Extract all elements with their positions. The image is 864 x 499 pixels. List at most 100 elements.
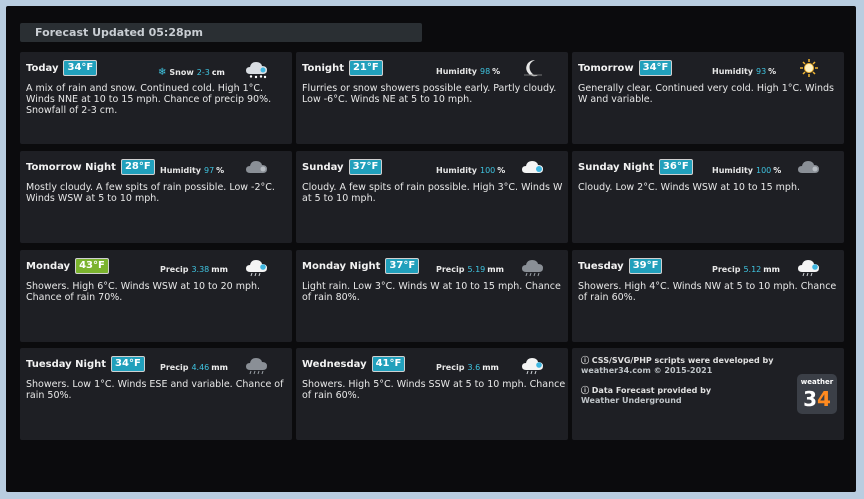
stat-value: 100 <box>755 166 772 175</box>
stat-humidity: Humidity 97% <box>160 166 224 175</box>
credits-data-line: ⓘ Data Forecast provided by <box>581 386 712 395</box>
forecast-card-today: Today 34°F ❄ Snow 2-3 cm A mix of rain and sno… <box>20 52 292 144</box>
stat-precip: Precip 5.19 mm <box>436 265 504 274</box>
period-label: Tuesday <box>578 260 624 272</box>
temp-badge: 37°F <box>385 258 420 274</box>
period-label: Tuesday Night <box>26 358 107 370</box>
forecast-description: Mostly cloudy. A few spits of rain possi… <box>26 182 275 204</box>
forecast-updated-bar: Forecast Updated 05:28pm <box>20 23 422 42</box>
temp-badge: 41°F <box>371 356 406 372</box>
stat-value: 4.46 <box>191 363 210 372</box>
card-title: Monday Night 37°F <box>302 258 420 274</box>
stat-label: Humidity <box>712 166 753 175</box>
cloud-dark-icon <box>244 156 270 178</box>
stat-snow: ❄ Snow 2-3 cm <box>158 67 225 78</box>
card-title: Today 34°F <box>26 60 98 76</box>
stat-label: Humidity <box>160 166 201 175</box>
stat-value: 100 <box>479 166 496 175</box>
stat-precip: Precip 4.46 mm <box>160 363 228 372</box>
snowflake-icon: ❄ <box>158 67 167 78</box>
period-label: Today <box>26 62 59 74</box>
temp-badge: 28°F <box>120 159 155 175</box>
stat-unit: mm <box>482 363 499 372</box>
forecast-description: Cloudy. Low 2°C. Winds WSW at 10 to 15 m… <box>578 182 800 193</box>
forecast-description: Showers. Low 1°C. Winds ESE and variable… <box>26 379 284 401</box>
card-title: Wednesday 41°F <box>302 356 406 372</box>
stat-label: Precip <box>160 265 189 274</box>
rain-cloud-icon <box>520 353 546 375</box>
stat-value: 5.12 <box>743 265 762 274</box>
cloud-dark-icon <box>796 156 822 178</box>
forecast-panel: Forecast Updated 05:28pm Today 34°F ❄ Snow 2… <box>6 6 856 492</box>
stat-humidity: Humidity 98% <box>436 67 500 76</box>
forecast-card-tomorrow: Tomorrow 34°F Humidity 93% Generally clear. … <box>572 52 844 144</box>
forecast-updated-text: Forecast Updated 05:28pm <box>35 26 203 39</box>
card-title: Monday 43°F <box>26 258 109 274</box>
stat-label: Humidity <box>436 166 477 175</box>
rain-cloud-icon <box>796 255 822 277</box>
stat-value: 97 <box>203 166 215 175</box>
forecast-card-wednesday: Wednesday 41°F Precip 3.6 mm Showers. High 5°… <box>296 348 568 440</box>
rain-cloud-dark-icon <box>520 255 546 277</box>
weather34-logo: weather 34 <box>797 374 837 414</box>
stat-humidity: Humidity 100% <box>712 166 781 175</box>
forecast-card-tuesday: Tuesday 39°F Precip 5.12 mm Showers. High 4°C… <box>572 250 844 342</box>
stat-unit: mm <box>211 265 228 274</box>
card-title: Tuesday 39°F <box>578 258 663 274</box>
stat-label: Humidity <box>712 67 753 76</box>
logo-word: weather <box>800 378 834 386</box>
temp-badge: 43°F <box>75 258 109 274</box>
temp-badge: 37°F <box>348 159 383 175</box>
forecast-description: Showers. High 6°C. Winds WSW at 10 to 20… <box>26 281 261 303</box>
moon-icon <box>520 57 546 79</box>
stat-unit: mm <box>211 363 228 372</box>
forecast-description: Showers. High 4°C. Winds NW at 5 to 10 m… <box>578 281 837 303</box>
temp-badge: 34°F <box>63 60 98 76</box>
card-title: Sunday 37°F <box>302 159 383 175</box>
snow-cloud-icon <box>244 57 270 79</box>
forecast-card-tomorrow-night: Tomorrow Night 28°F Humidity 97% Mostly clou… <box>20 151 292 243</box>
stat-unit: % <box>492 67 501 76</box>
forecast-description: Light rain. Low 3°C. Winds W at 10 to 15… <box>302 281 561 303</box>
temp-badge: 21°F <box>348 60 383 76</box>
forecast-description: Showers. High 5°C. Winds SSW at 5 to 10 … <box>302 379 566 401</box>
period-label: Tomorrow <box>578 62 634 74</box>
logo-number-3: 3 <box>803 387 817 411</box>
temp-badge: 39°F <box>628 258 663 274</box>
stat-value: 3.38 <box>191 265 210 274</box>
period-label: Wednesday <box>302 358 367 370</box>
card-title: Tomorrow 34°F <box>578 60 673 76</box>
sun-icon <box>796 57 822 79</box>
forecast-card-sunday-night: Sunday Night 36°F Humidity 100% Cloudy. Low … <box>572 151 844 243</box>
card-title: Tomorrow Night 28°F <box>26 159 155 175</box>
rain-cloud-icon <box>244 255 270 277</box>
stat-unit: % <box>497 166 506 175</box>
stat-label: Precip <box>712 265 741 274</box>
stat-label: Precip <box>160 363 189 372</box>
stat-label: Precip <box>436 265 465 274</box>
forecast-card-tonight: Tonight 21°F Humidity 98% Flurries or snow s… <box>296 52 568 144</box>
stat-value: 98 <box>479 67 491 76</box>
forecast-card-sunday: Sunday 37°F Humidity 100% Cloudy. A few spit… <box>296 151 568 243</box>
temp-badge: 34°F <box>638 60 673 76</box>
card-title: Tonight 21°F <box>302 60 383 76</box>
logo-number: 34 <box>797 387 837 411</box>
credits-scripts-link[interactable]: weather34.com © 2015-2021 <box>581 366 773 376</box>
stat-precip: Precip 5.12 mm <box>712 265 780 274</box>
card-title: Tuesday Night 34°F <box>26 356 145 372</box>
credits-scripts-line: ⓘ CSS/SVG/PHP scripts were developed by <box>581 356 774 365</box>
stat-unit: mm <box>763 265 780 274</box>
stat-unit: mm <box>487 265 504 274</box>
forecast-card-tuesday-night: Tuesday Night 34°F Precip 4.46 mm Showers. Lo… <box>20 348 292 440</box>
credits-data-source: Weather Underground <box>581 396 682 405</box>
stat-label: Precip <box>436 363 465 372</box>
credits-scripts: ⓘ CSS/SVG/PHP scripts were developed by … <box>581 356 773 376</box>
stat-label: Snow <box>169 68 194 77</box>
card-title: Sunday Night 36°F <box>578 159 693 175</box>
logo-number-4: 4 <box>817 387 831 411</box>
stat-unit: % <box>773 166 782 175</box>
forecast-description: Cloudy. A few spits of rain possible. Hi… <box>302 182 563 204</box>
period-label: Tomorrow Night <box>26 161 116 173</box>
temp-badge: 36°F <box>658 159 693 175</box>
stat-unit: cm <box>211 68 225 77</box>
